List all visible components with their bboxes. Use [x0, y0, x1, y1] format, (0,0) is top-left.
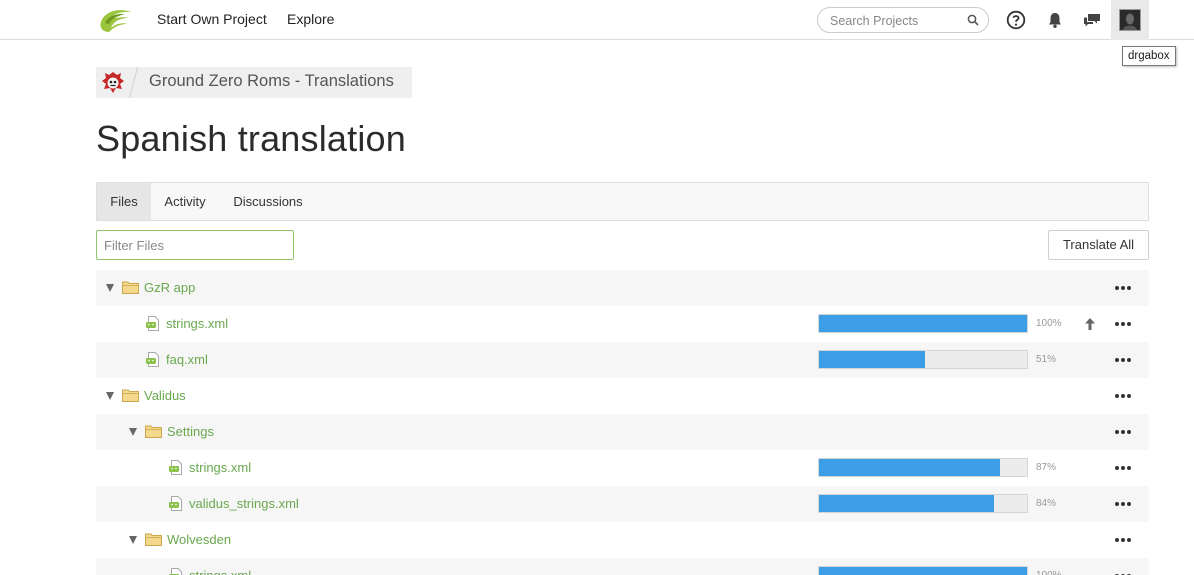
file-row[interactable]: faq.xml 51%: [96, 342, 1149, 378]
nav-start-own-project[interactable]: Start Own Project: [157, 11, 267, 27]
progress-fill: [819, 351, 926, 368]
user-tooltip: drgabox: [1122, 46, 1176, 66]
more-options-icon[interactable]: [1115, 466, 1131, 470]
folder-row[interactable]: GzR app: [96, 270, 1149, 306]
android-file-icon: [169, 568, 182, 575]
progress-percent: 100%: [1036, 570, 1062, 575]
avatar-image-icon: [1123, 13, 1137, 30]
translation-progress-bar: [818, 458, 1028, 477]
search-input[interactable]: [830, 12, 965, 29]
avatar[interactable]: [1119, 9, 1141, 31]
collapse-caret-icon[interactable]: [129, 536, 137, 544]
upload-arrow-icon[interactable]: [1084, 317, 1096, 331]
android-file-icon: [169, 496, 182, 511]
folder-icon: [145, 425, 162, 438]
filter-files-box[interactable]: [96, 230, 294, 260]
android-file-icon: [169, 460, 182, 475]
more-options-icon[interactable]: [1115, 502, 1131, 506]
folder-row[interactable]: Settings: [96, 414, 1149, 450]
folder-name[interactable]: Validus: [144, 388, 186, 403]
progress-percent: 51%: [1036, 354, 1057, 365]
file-row[interactable]: strings.xml 100%: [96, 306, 1149, 342]
page-title: Spanish translation: [96, 118, 406, 159]
folder-icon: [122, 389, 139, 402]
search-icon[interactable]: [967, 14, 979, 26]
progress-percent: 84%: [1036, 498, 1057, 509]
translation-progress-bar: [818, 494, 1028, 513]
progress-fill: [819, 315, 1027, 332]
progress-fill: [819, 495, 994, 512]
more-options-icon[interactable]: [1115, 322, 1131, 326]
crowdin-logo-icon[interactable]: [97, 6, 133, 34]
bell-icon[interactable]: [1045, 10, 1065, 30]
file-name[interactable]: faq.xml: [166, 352, 208, 367]
tab-files[interactable]: Files: [97, 183, 151, 220]
more-options-icon[interactable]: [1115, 430, 1131, 434]
more-options-icon[interactable]: [1115, 286, 1131, 290]
collapse-caret-icon[interactable]: [129, 428, 137, 436]
file-tree: GzR app strings.xml 100% faq.xml 51% Validus S…: [96, 270, 1149, 575]
filter-files-input[interactable]: [104, 237, 284, 254]
messages-icon[interactable]: [1082, 10, 1102, 30]
translation-progress-bar: [818, 566, 1028, 575]
tab-bar: Files Activity Discussions: [96, 182, 1149, 221]
android-file-icon: [146, 352, 159, 367]
translation-progress-bar: [818, 314, 1028, 333]
breadcrumb-project-link[interactable]: Ground Zero Roms - Translations: [149, 72, 394, 91]
top-nav: Start Own Project Explore: [0, 0, 1194, 40]
file-name[interactable]: validus_strings.xml: [189, 496, 299, 511]
nav-explore[interactable]: Explore: [287, 11, 334, 27]
help-icon[interactable]: [1006, 10, 1026, 30]
collapse-caret-icon[interactable]: [106, 392, 114, 400]
folder-row[interactable]: Validus: [96, 378, 1149, 414]
breadcrumb-separator: [128, 67, 139, 98]
translation-progress-bar: [818, 350, 1028, 369]
android-file-icon: [146, 316, 159, 331]
project-logo-icon[interactable]: [100, 70, 126, 96]
folder-name[interactable]: GzR app: [144, 280, 195, 295]
file-row[interactable]: validus_strings.xml 84%: [96, 486, 1149, 522]
file-name[interactable]: strings.xml: [189, 568, 251, 575]
progress-percent: 87%: [1036, 462, 1057, 473]
progress-fill: [819, 459, 1000, 476]
user-menu[interactable]: [1111, 0, 1149, 40]
more-options-icon[interactable]: [1115, 394, 1131, 398]
more-options-icon[interactable]: [1115, 358, 1131, 362]
progress-fill: [819, 567, 1027, 575]
file-name[interactable]: strings.xml: [189, 460, 251, 475]
folder-name[interactable]: Settings: [167, 424, 214, 439]
tab-discussions[interactable]: Discussions: [225, 183, 311, 220]
file-row[interactable]: strings.xml 87%: [96, 450, 1149, 486]
more-options-icon[interactable]: [1115, 538, 1131, 542]
folder-icon: [145, 533, 162, 546]
tab-activity[interactable]: Activity: [155, 183, 215, 220]
folder-row[interactable]: Wolvesden: [96, 522, 1149, 558]
folder-name[interactable]: Wolvesden: [167, 532, 231, 547]
folder-icon: [122, 281, 139, 294]
breadcrumb: Ground Zero Roms - Translations: [96, 67, 412, 98]
file-name[interactable]: strings.xml: [166, 316, 228, 331]
file-row[interactable]: strings.xml 100%: [96, 558, 1149, 575]
collapse-caret-icon[interactable]: [106, 284, 114, 292]
translate-all-button[interactable]: Translate All: [1048, 230, 1149, 260]
progress-percent: 100%: [1036, 318, 1062, 329]
search-box[interactable]: [817, 7, 989, 33]
